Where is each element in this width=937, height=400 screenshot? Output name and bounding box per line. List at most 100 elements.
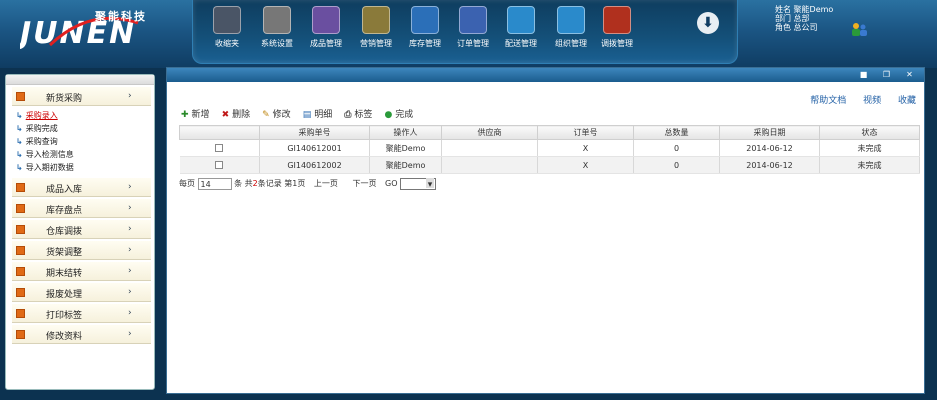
column-header[interactable]: 订单号 <box>537 125 634 140</box>
table-row[interactable]: GI140612001 聚能Demo X 0 2014-06-12 未完成 <box>179 139 920 157</box>
toolbar-item-1[interactable]: 收缩夹 <box>205 6 249 58</box>
per-page-label: 每页 <box>179 179 195 188</box>
action-label: 完成 <box>395 110 414 120</box>
sidebar-group-1[interactable]: 新货采购 › <box>12 87 151 106</box>
action-plus-button[interactable]: ✚ 新增 <box>181 107 210 120</box>
sidebar-group-label: 仓库调拨 <box>46 227 83 237</box>
delete-icon: ✖ <box>221 110 230 120</box>
folder-icon <box>16 204 25 213</box>
sub-arrow-icon: ↳ <box>16 124 23 133</box>
prev-page-link[interactable]: 上一页 <box>314 179 338 188</box>
video-link[interactable]: 视频 <box>863 96 881 106</box>
table-cell: 未完成 <box>819 156 920 174</box>
table-cell: GI140612001 <box>259 139 370 157</box>
table-row[interactable]: GI140612002 聚能Demo X 0 2014-06-12 未完成 <box>179 156 920 174</box>
close-icon[interactable]: ✕ <box>905 71 914 79</box>
folder-icon <box>16 309 25 318</box>
user-avatar-icon <box>852 23 867 36</box>
truck-icon <box>507 6 535 34</box>
sub-arrow-icon: ↳ <box>16 111 23 120</box>
safe-icon <box>362 6 390 34</box>
action-edit-button[interactable]: ✎ 修改 <box>262 107 291 120</box>
sidebar-group-8[interactable]: 打印标签 › <box>12 304 151 323</box>
table-cell: 0 <box>633 156 720 174</box>
chevron-right-icon: › <box>128 224 132 234</box>
check-icon: ● <box>384 110 393 120</box>
sidebar-group-label: 货架调整 <box>46 248 83 258</box>
action-check-button[interactable]: ● 完成 <box>384 107 413 120</box>
action-print-button[interactable]: ⎙ 标签 <box>344 107 372 120</box>
sidebar: 新货采购 › ↳ 采购录入 ↳ 采购完成 ↳ 采购查询 ↳ 导入检测信息 ↳ 导入期初数据 成品入库 › 库… <box>5 74 155 390</box>
page-select[interactable] <box>400 177 437 190</box>
toolbar-item-5[interactable]: 库存管理 <box>403 6 447 58</box>
column-header[interactable]: 供应商 <box>441 125 538 140</box>
column-header[interactable]: 采购日期 <box>719 125 820 140</box>
toolbar-item-8[interactable]: 组织管理 <box>549 6 593 58</box>
table-header-row: 采购单号 操作人 供应商 订单号 总数量 采购日期 状态 <box>179 125 920 140</box>
download-button[interactable]: ⬇ <box>697 12 719 34</box>
go-label[interactable]: GO <box>385 179 398 188</box>
action-label: 新增 <box>191 110 210 120</box>
folder-icon <box>16 246 25 255</box>
sidebar-group-6[interactable]: 期末结转 › <box>12 262 151 281</box>
app-header: JUNEN 聚能科技 收缩夹 系统设置 成品管理 营销管理 库存管理 订单管理 配送管理 组织… <box>0 0 937 68</box>
column-header[interactable]: 状态 <box>819 125 920 140</box>
sidebar-group-4[interactable]: 仓库调拨 › <box>12 220 151 239</box>
gear-icon <box>263 6 291 34</box>
table-cell: 2014-06-12 <box>719 156 820 174</box>
column-header[interactable]: 总数量 <box>633 125 720 140</box>
pager: 每页 14 条 共2条记录 第1页 上一页 下一页 GO <box>179 177 919 191</box>
sidebar-group-3[interactable]: 库存盘点 › <box>12 199 151 218</box>
row-select-cell[interactable] <box>179 156 260 174</box>
next-page-link[interactable]: 下一页 <box>352 179 376 188</box>
toolbar-item-6[interactable]: 订单管理 <box>451 6 495 58</box>
row-select-cell[interactable] <box>179 139 260 157</box>
product-icon <box>312 6 340 34</box>
column-header[interactable]: 操作人 <box>369 125 442 140</box>
sidebar-group-7[interactable]: 报废处理 › <box>12 283 151 302</box>
action-delete-button[interactable]: ✖ 删除 <box>222 107 251 120</box>
toolbar-item-label: 组织管理 <box>555 39 587 48</box>
favorite-link[interactable]: 收藏 <box>898 96 916 106</box>
help-docs-link[interactable]: 帮助文档 <box>810 96 846 106</box>
sidebar-subitem[interactable]: ↳ 导入检测信息 <box>16 148 154 161</box>
sidebar-group-label: 库存盘点 <box>46 206 83 216</box>
minimize-icon[interactable]: ■ <box>859 71 868 79</box>
total-prefix: 共 <box>244 179 253 188</box>
table-cell: X <box>537 139 634 157</box>
toolbar-item-9[interactable]: 调拨管理 <box>595 6 639 58</box>
toolbar-item-3[interactable]: 成品管理 <box>304 6 348 58</box>
toolbar-item-2[interactable]: 系统设置 <box>255 6 299 58</box>
chart-icon <box>411 6 439 34</box>
column-header[interactable] <box>179 125 260 140</box>
sidebar-subitem[interactable]: ↳ 采购完成 <box>16 122 154 135</box>
folder-icon <box>16 183 25 192</box>
current-page: 第1页 <box>284 179 306 188</box>
sidebar-group-2[interactable]: 成品入库 › <box>12 178 151 197</box>
action-detail-button[interactable]: ▤ 明细 <box>303 107 333 120</box>
toolbar-item-label: 营销管理 <box>360 39 392 48</box>
sidebar-group-label: 期末结转 <box>46 269 83 279</box>
toolbar-item-label: 收缩夹 <box>215 39 239 48</box>
restore-icon[interactable]: ❐ <box>882 71 891 79</box>
row-checkbox[interactable] <box>215 144 224 152</box>
edit-icon: ✎ <box>262 110 270 120</box>
sidebar-subitem[interactable]: ↳ 采购查询 <box>16 135 154 148</box>
per-page-unit: 条 <box>234 179 243 188</box>
row-checkbox[interactable] <box>215 161 224 169</box>
table-cell <box>441 139 538 157</box>
sidebar-group-5[interactable]: 货架调整 › <box>12 241 151 260</box>
per-page-input[interactable]: 14 <box>197 177 232 190</box>
toolbar-item-7[interactable]: 配送管理 <box>499 6 543 58</box>
sidebar-subitem[interactable]: ↳ 导入期初数据 <box>16 161 154 174</box>
toolbar-item-4[interactable]: 营销管理 <box>354 6 398 58</box>
arrow-down-icon: ⬇ <box>702 15 714 31</box>
column-header[interactable]: 采购单号 <box>259 125 370 140</box>
table-cell <box>441 156 538 174</box>
sidebar-subitem-label: 采购完成 <box>25 124 58 133</box>
sidebar-group-label: 打印标签 <box>46 311 83 321</box>
print-icon: ⎙ <box>344 110 352 120</box>
sub-arrow-icon: ↳ <box>16 150 23 159</box>
sidebar-subitem[interactable]: ↳ 采购录入 <box>16 109 154 122</box>
sidebar-group-9[interactable]: 修改资料 › <box>12 325 151 344</box>
